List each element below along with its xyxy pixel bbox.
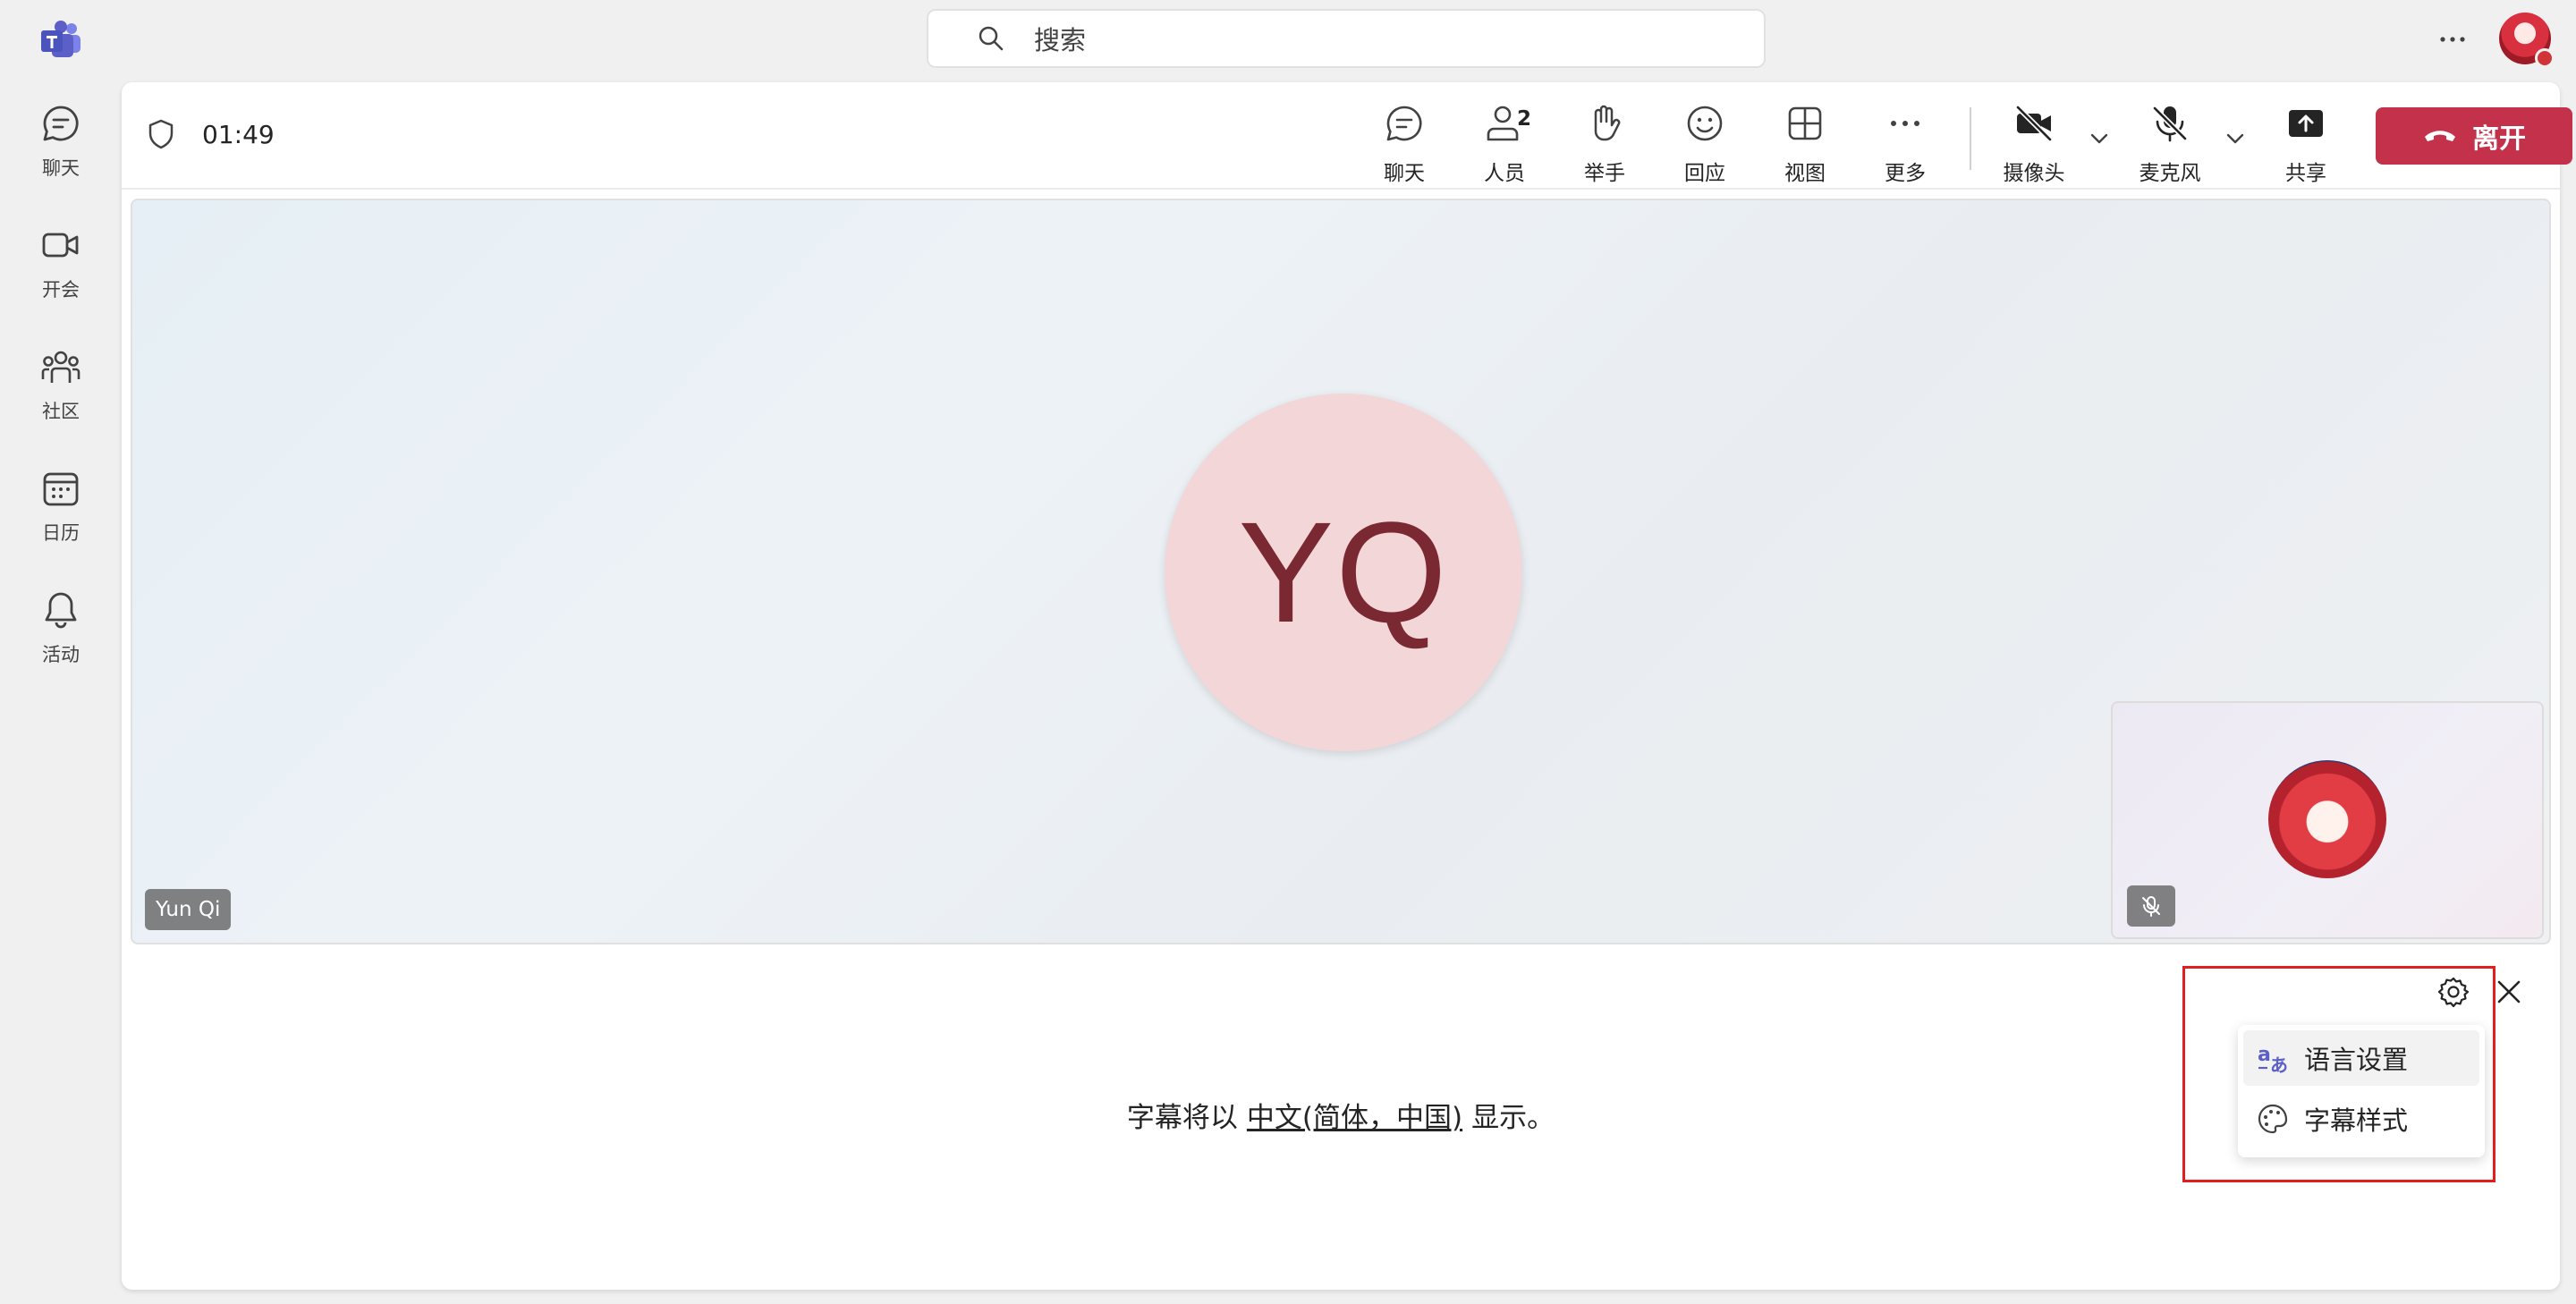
bell-icon [39, 588, 82, 631]
more-button-label: 更多 [1885, 162, 1926, 185]
live-captions-panel: 字幕将以 中文(简体，中国) 显示。 [122, 953, 2560, 1290]
raise-hand-label: 举手 [1584, 162, 1625, 185]
search-placeholder: 搜索 [1034, 25, 1087, 55]
chat-button[interactable]: 聊天 [1361, 102, 1447, 191]
rail-item-label: 活动 [42, 644, 80, 665]
view-button[interactable]: 视图 [1762, 102, 1848, 191]
rail-item-label: 聊天 [42, 157, 80, 179]
more-options-icon[interactable] [2435, 21, 2470, 57]
raise-hand-button[interactable]: 举手 [1562, 102, 1648, 191]
share-button-label: 共享 [2285, 162, 2326, 185]
leave-button[interactable]: 离开 [2376, 107, 2572, 165]
self-muted-badge [2127, 885, 2175, 927]
share-button[interactable]: 共享 [2263, 102, 2349, 191]
mic-button[interactable]: 麦克风 [2127, 102, 2213, 191]
toolbar-divider [1970, 107, 1971, 170]
presence-busy-icon [2535, 48, 2555, 68]
camera-options-chevron-down-icon[interactable] [2086, 125, 2113, 152]
rail-item-calendar[interactable]: 日历 [0, 458, 122, 556]
people-button[interactable]: 2 人员 [1462, 102, 1547, 191]
self-avatar [2268, 760, 2386, 878]
rail-item-community[interactable]: 社区 [0, 336, 122, 435]
close-captions-close-icon[interactable] [2494, 977, 2524, 1007]
meeting-window: 01:49 聊天 2 人员 举手 回应 视图 更多 摄像头 麦克风 共享 离开 … [122, 82, 2572, 1290]
menu-item-label: 字幕样式 [2304, 1105, 2409, 1136]
self-video-tile[interactable] [2111, 701, 2544, 939]
rail-item-activity[interactable]: 活动 [0, 580, 122, 678]
view-button-label: 视图 [1784, 162, 1826, 185]
rail-item-label: 社区 [42, 401, 80, 422]
camera-button-label: 摄像头 [2003, 162, 2065, 185]
leave-button-label: 离开 [2472, 123, 2526, 155]
camera-button[interactable]: 摄像头 [1991, 102, 2077, 191]
menu-item-label: 语言设置 [2304, 1045, 2409, 1075]
react-button[interactable]: 回应 [1662, 102, 1748, 191]
calendar-icon [39, 467, 82, 510]
rail-item-label: 开会 [42, 279, 80, 301]
caption-settings-gear-icon[interactable] [2436, 975, 2470, 1009]
caption-suffix: 显示。 [1471, 1102, 1555, 1134]
meeting-timer: 01:49 [202, 120, 275, 149]
rail-item-label: 日历 [42, 522, 80, 544]
svg-text:あ: あ [2270, 1054, 2288, 1075]
hang-up-icon [2422, 124, 2458, 148]
hand-icon [1583, 102, 1626, 145]
participant-avatar: YQ [1165, 394, 1522, 751]
menu-item-caption-style[interactable]: 字幕样式 [2243, 1091, 2479, 1147]
search-input[interactable]: 搜索 [927, 9, 1766, 68]
rail-item-chat[interactable]: 聊天 [0, 93, 122, 191]
camera-off-icon [2012, 102, 2055, 145]
caption-settings-menu: aあ 语言设置 字幕样式 [2238, 1025, 2485, 1157]
chat-icon [1383, 102, 1426, 145]
mic-options-chevron-down-icon[interactable] [2222, 125, 2249, 152]
people-button-label: 人员 [1484, 162, 1525, 185]
rail-item-meet[interactable]: 开会 [0, 215, 122, 313]
video-icon [39, 224, 82, 267]
menu-item-language-settings[interactable]: aあ 语言设置 [2243, 1030, 2479, 1086]
palette-icon [2256, 1102, 2290, 1136]
more-icon [1884, 102, 1927, 145]
video-stage: YQ Yun Qi [131, 199, 2551, 944]
caption-status-text: 字幕将以 中文(简体，中国) 显示。 [122, 1095, 2560, 1135]
more-button[interactable]: 更多 [1862, 102, 1948, 191]
caption-language-link[interactable]: 中文(简体，中国) [1247, 1102, 1462, 1134]
share-screen-icon [2284, 102, 2327, 145]
profile-avatar[interactable] [2499, 13, 2555, 68]
shield-icon [145, 118, 177, 150]
react-button-label: 回应 [1684, 162, 1725, 185]
search-icon [975, 22, 1007, 55]
language-icon: aあ [2256, 1041, 2290, 1075]
community-icon [39, 345, 82, 388]
caption-prefix: 字幕将以 [1126, 1102, 1238, 1134]
grid-icon [1784, 102, 1826, 145]
mic-off-icon [2140, 894, 2163, 918]
teams-logo-icon [39, 18, 82, 61]
svg-text:a: a [2258, 1044, 2271, 1066]
toolbar-separator [122, 188, 2560, 190]
emoji-icon [1683, 102, 1726, 145]
people-count-badge: 2 [1517, 107, 1532, 131]
mic-off-icon [2148, 102, 2191, 145]
chat-button-label: 聊天 [1384, 162, 1425, 185]
mic-button-label: 麦克风 [2139, 162, 2201, 185]
participant-name-tag: Yun Qi [145, 889, 232, 930]
chat-icon [39, 102, 82, 145]
